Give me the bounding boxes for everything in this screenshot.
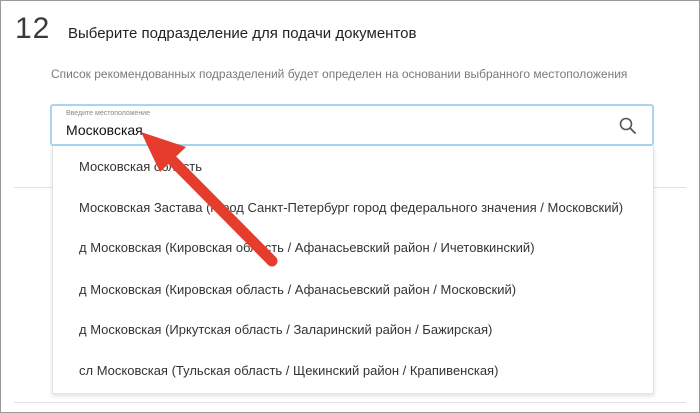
search-icon[interactable]	[618, 116, 638, 136]
step-title: Выберите подразделение для подачи докуме…	[68, 25, 417, 42]
location-input-value[interactable]: Московская	[66, 122, 143, 138]
suggestion-item[interactable]: Московская область	[79, 159, 202, 174]
step-hint: Список рекомендованных подразделений буд…	[51, 67, 628, 81]
suggestion-item[interactable]: д Московская (Иркутская область / Залари…	[79, 322, 492, 337]
step-number: 12	[15, 12, 51, 45]
section-divider-bottom	[14, 402, 686, 403]
location-input[interactable]: Введите местоположение Московская	[50, 104, 654, 146]
suggestion-item[interactable]: д Московская (Кировская область / Афанас…	[79, 240, 535, 255]
suggestion-item[interactable]: Московская Застава (город Санкт-Петербур…	[79, 200, 623, 215]
suggestion-item[interactable]: д Московская (Кировская область / Афанас…	[79, 282, 516, 297]
suggestion-item[interactable]: сл Московская (Тульская область / Щекинс…	[79, 363, 498, 378]
location-input-label: Введите местоположение	[66, 110, 150, 117]
suggestions-dropdown: Московская область Московская Застава (г…	[52, 146, 654, 394]
